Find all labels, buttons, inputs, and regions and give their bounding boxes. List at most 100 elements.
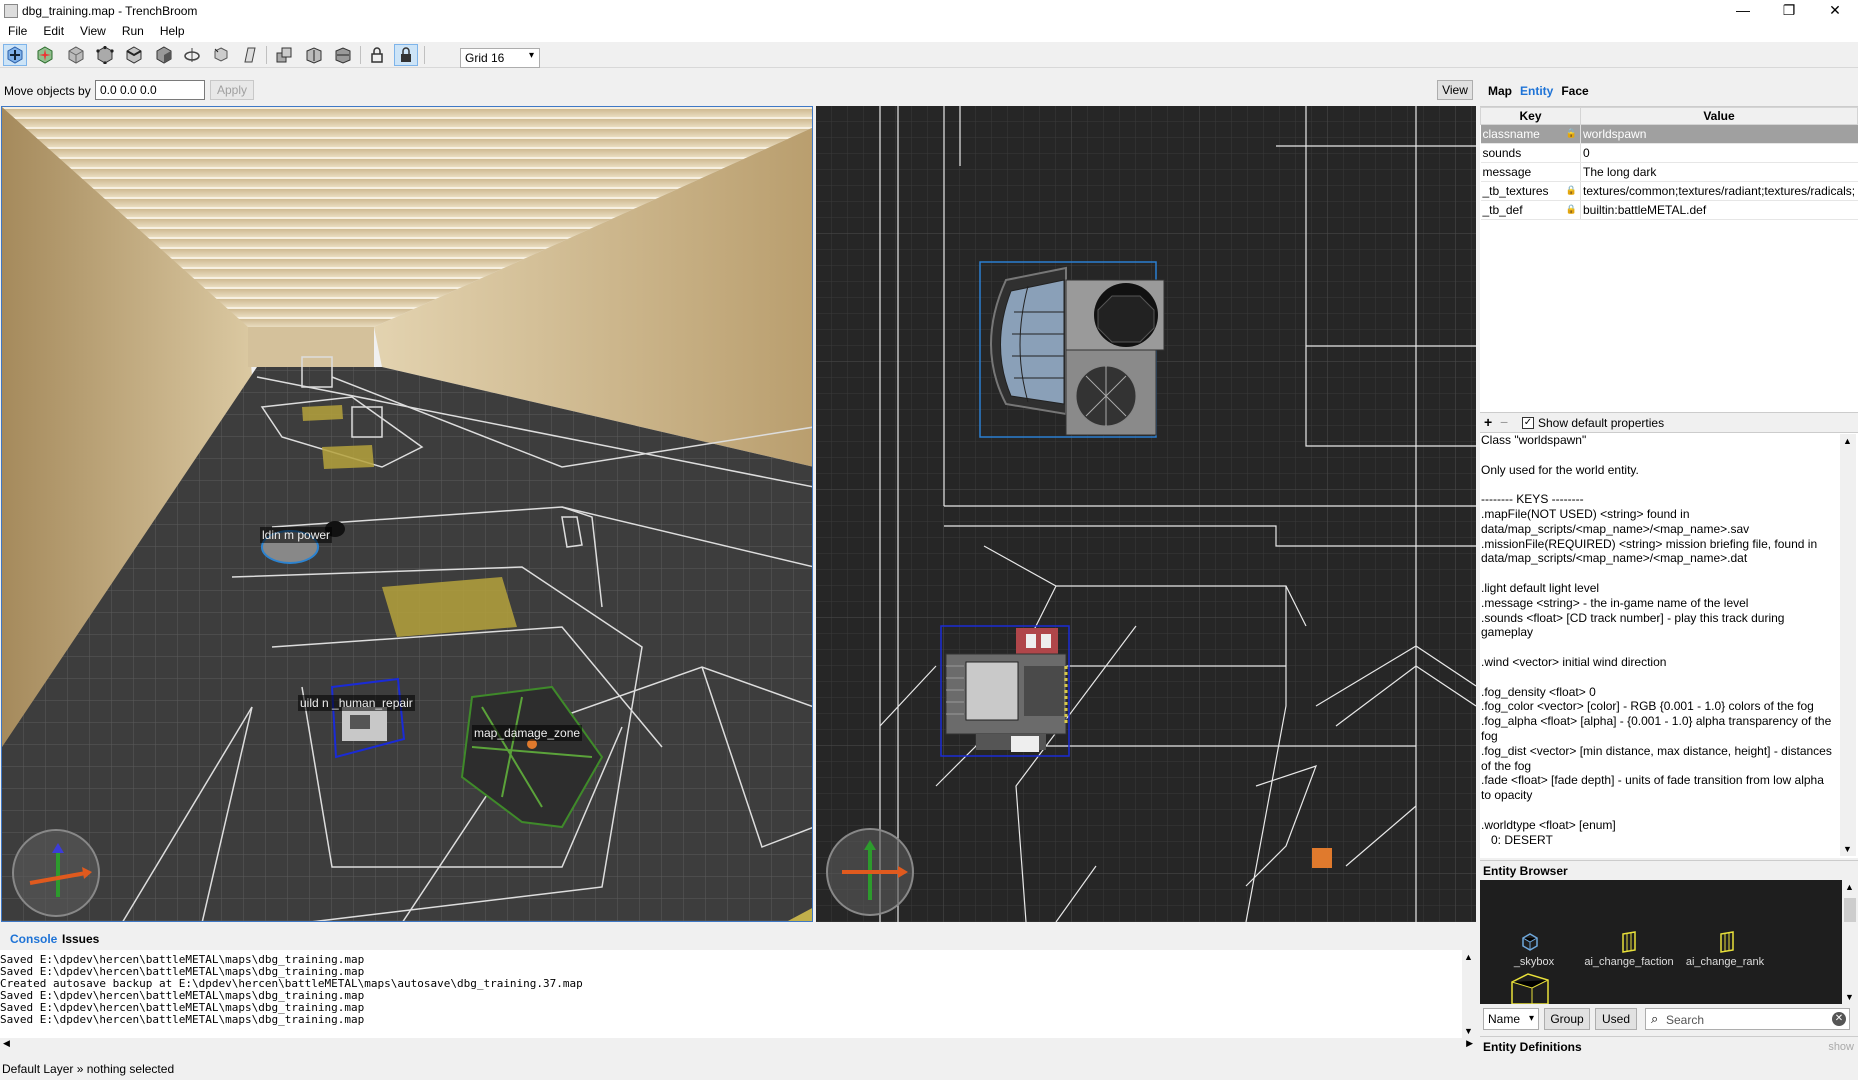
view-button[interactable]: View: [1437, 80, 1473, 100]
scroll-down-icon[interactable]: ▼: [1843, 844, 1852, 854]
entity-browser-scrollbar[interactable]: ▲ ▼: [1842, 880, 1858, 1004]
console-vertical-scrollbar[interactable]: ▲ ▼: [1462, 950, 1476, 1038]
property-value[interactable]: The long dark: [1580, 162, 1858, 182]
menu-help[interactable]: Help: [152, 22, 193, 38]
window-title: dbg_training.map - TrenchBroom: [22, 4, 198, 18]
scroll-thumb[interactable]: [1844, 898, 1856, 922]
remove-property-button[interactable]: −: [1500, 414, 1508, 430]
chevron-down-icon: ▾: [1528, 1013, 1534, 1024]
console-horizontal-scrollbar[interactable]: ◀ ▶: [0, 1038, 1476, 1052]
compass-3d-icon: [12, 829, 100, 917]
entity-browser-item[interactable]: [1618, 930, 1640, 957]
edge-tool-icon[interactable]: [122, 44, 146, 66]
scene-3d-render: [2, 107, 812, 921]
tab-console[interactable]: Console: [10, 932, 57, 946]
sort-value: Name: [1488, 1012, 1521, 1026]
table-row[interactable]: classname 🔒 worldspawn: [1480, 124, 1858, 144]
show-definitions-toggle[interactable]: show: [1828, 1041, 1854, 1053]
table-row[interactable]: _tb_def 🔒 builtin:battleMETAL.def: [1480, 200, 1858, 220]
add-property-button[interactable]: +: [1484, 414, 1492, 430]
toolbar-separator: [360, 46, 361, 64]
doc-line: [1480, 803, 1858, 818]
entity-browser-item[interactable]: [1508, 972, 1552, 1007]
doc-line: .wind <vector> initial wind direction: [1481, 654, 1667, 669]
toolbar-separator: [266, 46, 267, 64]
doc-line: .fog_alpha <float> [alpha] - {0.001 - 1.…: [1481, 714, 1832, 729]
entity-definitions-bar[interactable]: Entity Definitions show: [1480, 1036, 1858, 1056]
sort-dropdown[interactable]: Name ▾: [1483, 1008, 1539, 1030]
table-row[interactable]: message The long dark: [1480, 162, 1858, 182]
clear-search-icon[interactable]: ✕: [1832, 1012, 1846, 1026]
tab-issues[interactable]: Issues: [62, 932, 99, 946]
doc-line: .light default light level: [1481, 580, 1600, 595]
menu-run[interactable]: Run: [114, 22, 152, 38]
entity-label-power: ldin m power: [260, 527, 333, 543]
show-default-checkbox[interactable]: ✓: [1522, 417, 1534, 429]
scroll-up-icon[interactable]: ▲: [1845, 882, 1854, 892]
menu-file[interactable]: File: [0, 22, 35, 38]
scroll-left-icon[interactable]: ◀: [3, 1038, 10, 1049]
apply-button[interactable]: Apply: [210, 80, 254, 100]
table-row[interactable]: _tb_textures 🔒 textures/common;textures/r…: [1480, 181, 1858, 201]
toolbar-separator: [424, 46, 425, 64]
doc-line: data/map_scripts/<map_name>/<map_name>.s…: [1481, 521, 1750, 536]
menu-edit[interactable]: Edit: [35, 22, 72, 38]
duplicate-icon[interactable]: [272, 44, 296, 66]
face-tool-icon[interactable]: [152, 44, 176, 66]
scroll-up-icon[interactable]: ▲: [1843, 436, 1852, 446]
create-entity-icon[interactable]: [33, 44, 57, 66]
property-value[interactable]: builtin:battleMETAL.def: [1580, 200, 1858, 220]
console-output[interactable]: Saved E:\dpdev\hercen\battleMETAL\maps\d…: [0, 950, 1462, 1038]
flip-horizontal-icon[interactable]: [302, 44, 326, 66]
entity-browser-item[interactable]: [1716, 930, 1738, 957]
brush-tool-icon[interactable]: [64, 44, 88, 66]
tab-face[interactable]: Face: [1561, 84, 1588, 98]
grid-size-dropdown[interactable]: Grid 16 ▾: [460, 48, 540, 68]
doc-line: .fade <float> [fade depth] - units of fa…: [1481, 773, 1824, 788]
vertex-tool-icon[interactable]: [93, 44, 117, 66]
entity-browser-item[interactable]: [1510, 932, 1550, 955]
texture-lock-icon[interactable]: [365, 44, 389, 66]
scroll-down-icon[interactable]: ▼: [1464, 1026, 1473, 1036]
column-header-key[interactable]: Key: [1480, 107, 1581, 125]
rotate-tool-icon[interactable]: [180, 44, 204, 66]
minimize-button[interactable]: —: [1720, 0, 1766, 22]
scroll-down-icon[interactable]: ▼: [1845, 992, 1854, 1002]
property-key[interactable]: _tb_textures 🔒: [1480, 181, 1581, 201]
flip-vertical-icon[interactable]: [331, 44, 355, 66]
uv-lock-icon[interactable]: [394, 44, 418, 66]
documentation-scrollbar[interactable]: ▲ ▼: [1840, 434, 1856, 856]
search-icon: ⌕: [1651, 1011, 1659, 1026]
viewport-2d[interactable]: [816, 106, 1476, 922]
group-button[interactable]: Group: [1544, 1008, 1590, 1030]
scroll-up-icon[interactable]: ▲: [1464, 952, 1473, 962]
menu-view[interactable]: View: [72, 22, 114, 38]
entity-search-field[interactable]: ⌕ Search ✕: [1645, 1008, 1850, 1030]
tab-map[interactable]: Map: [1488, 84, 1512, 98]
used-button[interactable]: Used: [1595, 1008, 1637, 1030]
scale-tool-icon[interactable]: [209, 44, 233, 66]
property-value[interactable]: 0: [1580, 143, 1858, 163]
move-offset-input[interactable]: 0.0 0.0 0.0: [95, 80, 205, 100]
maximize-button[interactable]: ❐: [1766, 0, 1812, 22]
shear-tool-icon[interactable]: [237, 44, 261, 66]
search-placeholder: Search: [1666, 1013, 1705, 1027]
tab-entity[interactable]: Entity: [1520, 84, 1553, 98]
select-tool-icon[interactable]: [3, 44, 27, 66]
property-key[interactable]: message: [1480, 162, 1581, 182]
table-row[interactable]: sounds 0: [1480, 143, 1858, 163]
inspector-tabs: Map Entity Face: [1488, 84, 1597, 98]
close-button[interactable]: ✕: [1812, 0, 1858, 22]
property-key[interactable]: _tb_def 🔒: [1480, 200, 1581, 220]
property-key[interactable]: sounds: [1480, 143, 1581, 163]
column-header-value[interactable]: Value: [1580, 107, 1858, 125]
scroll-right-icon[interactable]: ▶: [1466, 1038, 1473, 1049]
doc-line: .message <string> - the in-game name of …: [1481, 595, 1749, 610]
console-tabs: Console Issues: [0, 926, 1476, 950]
entity-browser-grid[interactable]: _skybox ai_change_faction ai_change_rank: [1480, 880, 1842, 1007]
property-key[interactable]: classname 🔒: [1480, 124, 1581, 144]
viewport-3d[interactable]: ldin m power uild n _human_repair map_da…: [1, 106, 813, 922]
app-icon: [4, 4, 18, 18]
property-value[interactable]: textures/common;textures/radiant;texture…: [1580, 181, 1858, 201]
property-value[interactable]: worldspawn: [1580, 124, 1858, 144]
